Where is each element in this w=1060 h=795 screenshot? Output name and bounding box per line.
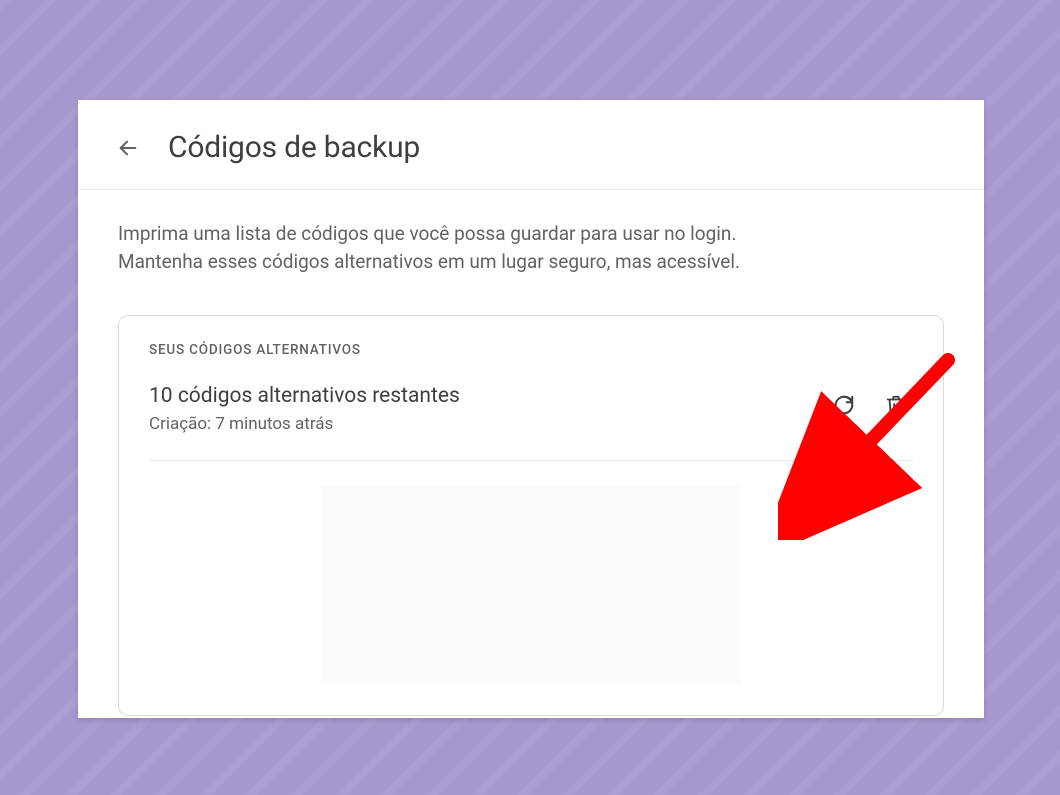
description: Imprima uma lista de códigos que você po… xyxy=(78,190,858,275)
backup-codes-card: SEUS CÓDIGOS ALTERNATIVOS 10 códigos alt… xyxy=(118,315,944,716)
delete-codes-button[interactable] xyxy=(879,388,913,422)
arrow-left-icon xyxy=(117,137,139,159)
trash-icon xyxy=(885,394,907,416)
description-line-1: Imprima uma lista de códigos que você po… xyxy=(118,220,818,248)
refresh-codes-button[interactable] xyxy=(827,388,861,422)
codes-summary-text: 10 códigos alternativos restantes Criaçã… xyxy=(149,384,460,434)
codes-list-placeholder xyxy=(321,485,741,685)
page-title: Códigos de backup xyxy=(168,130,420,165)
codes-actions xyxy=(827,384,913,422)
description-line-2: Mantenha esses códigos alternativos em u… xyxy=(118,248,818,276)
codes-created: Criação: 7 minutos atrás xyxy=(149,414,460,434)
refresh-icon xyxy=(833,394,855,416)
codes-summary-row: 10 códigos alternativos restantes Criaçã… xyxy=(149,384,913,461)
header: Códigos de backup xyxy=(78,100,984,190)
card-section-label: SEUS CÓDIGOS ALTERNATIVOS xyxy=(149,342,913,358)
codes-remaining: 10 códigos alternativos restantes xyxy=(149,384,460,408)
settings-panel: Códigos de backup Imprima uma lista de c… xyxy=(78,100,984,718)
back-button[interactable] xyxy=(114,134,142,162)
